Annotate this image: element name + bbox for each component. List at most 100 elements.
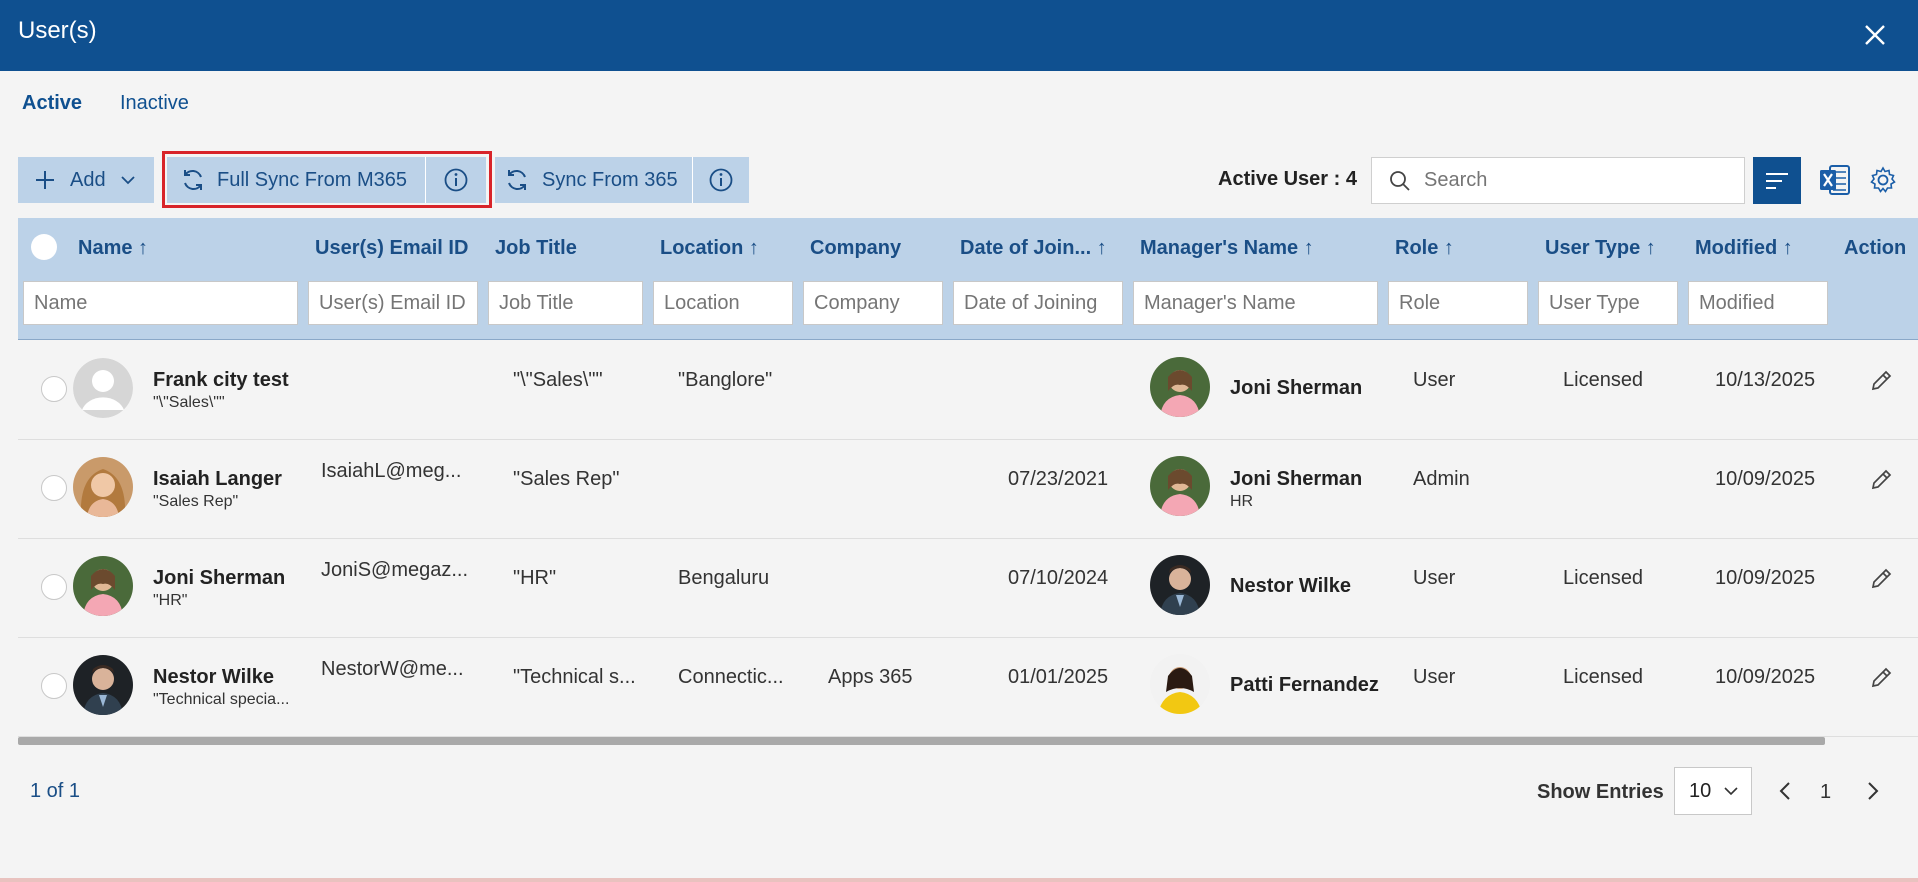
sort-up-icon: ↑ — [1303, 237, 1314, 259]
col-company[interactable]: Company — [810, 237, 901, 260]
sync-info-button[interactable] — [693, 157, 749, 203]
active-user-count: Active User : 4 — [1218, 168, 1357, 190]
manager-avatar — [1150, 555, 1210, 615]
sort-up-icon: ↑ — [1645, 237, 1656, 259]
filter-name[interactable] — [23, 281, 298, 325]
sync-icon — [508, 170, 526, 190]
avatar-placeholder-icon — [73, 358, 133, 418]
cell-modified: 10/09/2025 — [1715, 666, 1816, 688]
col-job-title[interactable]: Job Title — [495, 237, 577, 260]
col-email[interactable]: User(s) Email ID — [315, 237, 468, 260]
filter-company[interactable] — [803, 281, 943, 325]
filter-job-title[interactable] — [488, 281, 643, 325]
edit-pencil-icon[interactable] — [1868, 566, 1894, 592]
table-row[interactable]: Frank city test "\"Sales\"" "\"Sales\"" … — [18, 341, 1918, 440]
search-icon — [1390, 170, 1410, 191]
filter-manager[interactable] — [1133, 281, 1378, 325]
sort-up-icon: ↑ — [748, 237, 759, 259]
cell-email: JoniS@megaz... — [321, 559, 469, 581]
col-role[interactable]: Role ↑ — [1395, 237, 1454, 260]
sync-label: Sync From 365 — [542, 168, 678, 191]
search-input[interactable] — [1424, 169, 1724, 192]
row-select-radio[interactable] — [41, 376, 67, 402]
edit-pencil-icon[interactable] — [1868, 665, 1894, 691]
user-name[interactable]: Frank city test — [153, 369, 289, 392]
filter-date-of-joining[interactable] — [953, 281, 1123, 325]
user-name[interactable]: Nestor Wilke — [153, 666, 274, 689]
cell-modified: 10/13/2025 — [1715, 369, 1816, 391]
filter-panel-button[interactable] — [1753, 157, 1801, 204]
tab-active[interactable]: Active — [22, 92, 82, 115]
info-icon — [709, 168, 733, 192]
entries-select[interactable]: 10 — [1674, 767, 1752, 815]
col-name[interactable]: Name ↑ — [78, 237, 148, 260]
page-info: 1 of 1 — [30, 780, 81, 802]
tab-inactive[interactable]: Inactive — [120, 92, 189, 115]
manager-name: Joni Sherman — [1230, 377, 1363, 399]
user-subtitle: "Technical specia... — [153, 691, 290, 708]
cell-location: Connectic... — [678, 666, 784, 688]
manager-name: Joni Sherman — [1230, 468, 1363, 490]
manager-avatar — [1150, 357, 1210, 417]
chevron-right-icon[interactable] — [1862, 780, 1882, 802]
show-entries-label: Show Entries — [1537, 781, 1664, 803]
edit-pencil-icon[interactable] — [1868, 467, 1894, 493]
cell-location: Bengaluru — [678, 567, 770, 589]
row-select-radio[interactable] — [41, 574, 67, 600]
user-avatar — [73, 457, 133, 517]
manager-avatar — [1150, 456, 1210, 516]
add-button[interactable]: Add — [18, 157, 154, 203]
table-row[interactable]: Joni Sherman "HR" JoniS@megaz... "HR" Be… — [18, 539, 1918, 638]
col-date-of-joining[interactable]: Date of Join... ↑ — [960, 237, 1107, 260]
filter-modified[interactable] — [1688, 281, 1828, 325]
filter-email[interactable] — [308, 281, 478, 325]
cell-job-title: "HR" — [513, 567, 557, 589]
sort-up-icon: ↑ — [138, 237, 149, 259]
row-select-radio[interactable] — [41, 673, 67, 699]
sort-up-icon: ↑ — [1782, 237, 1793, 259]
table-row[interactable]: Isaiah Langer "Sales Rep" IsaiahL@meg...… — [18, 440, 1918, 539]
cell-location: "Banglore" — [678, 369, 773, 391]
cell-job-title: "\"Sales\"" — [513, 369, 603, 391]
edit-pencil-icon[interactable] — [1868, 368, 1894, 394]
manager-name: Patti Fernandez — [1230, 674, 1379, 696]
col-location[interactable]: Location ↑ — [660, 237, 759, 260]
cell-email: IsaiahL@meg... — [321, 460, 462, 482]
cell-date-of-joining: 07/10/2024 — [1008, 567, 1109, 589]
settings-gear-icon[interactable] — [1868, 165, 1898, 195]
bottom-border — [0, 878, 1918, 882]
horizontal-scrollbar[interactable] — [18, 737, 1825, 745]
row-select-radio[interactable] — [41, 475, 67, 501]
user-name[interactable]: Joni Sherman — [153, 567, 285, 590]
chevron-left-icon[interactable] — [1776, 780, 1796, 802]
users-grid: Name ↑ User(s) Email ID Job Title Locati… — [18, 218, 1918, 738]
cell-user-type: Licensed — [1563, 567, 1644, 589]
close-icon[interactable] — [1860, 20, 1890, 50]
filter-role[interactable] — [1388, 281, 1528, 325]
col-user-type[interactable]: User Type ↑ — [1545, 237, 1656, 260]
sync-button[interactable]: Sync From 365 — [495, 157, 692, 203]
search-box[interactable] — [1371, 157, 1745, 204]
current-page[interactable]: 1 — [1820, 781, 1831, 804]
col-manager[interactable]: Manager's Name ↑ — [1140, 237, 1314, 260]
col-modified[interactable]: Modified ↑ — [1695, 237, 1793, 260]
select-all-checkbox[interactable] — [31, 234, 57, 260]
user-subtitle: "\"Sales\"" — [153, 394, 225, 411]
user-subtitle: "HR" — [153, 592, 188, 609]
filter-user-type[interactable] — [1538, 281, 1678, 325]
filter-location[interactable] — [653, 281, 793, 325]
plus-icon — [36, 171, 54, 189]
excel-export-icon[interactable] — [1818, 163, 1852, 197]
cell-date-of-joining: 07/23/2021 — [1008, 468, 1109, 490]
user-name[interactable]: Isaiah Langer — [153, 468, 282, 491]
add-label: Add — [70, 168, 106, 191]
list-filter-icon — [1766, 172, 1788, 189]
pagination-footer: 1 of 1 Show Entries 10 1 — [0, 760, 1918, 882]
manager-name: Nestor Wilke — [1230, 575, 1351, 597]
cell-date-of-joining: 01/01/2025 — [1008, 666, 1109, 688]
table-row[interactable]: Nestor Wilke "Technical specia... Nestor… — [18, 638, 1918, 737]
user-subtitle: "Sales Rep" — [153, 493, 239, 510]
dialog-title: User(s) — [18, 17, 97, 44]
cell-role: User — [1413, 666, 1456, 688]
cell-modified: 10/09/2025 — [1715, 468, 1816, 490]
